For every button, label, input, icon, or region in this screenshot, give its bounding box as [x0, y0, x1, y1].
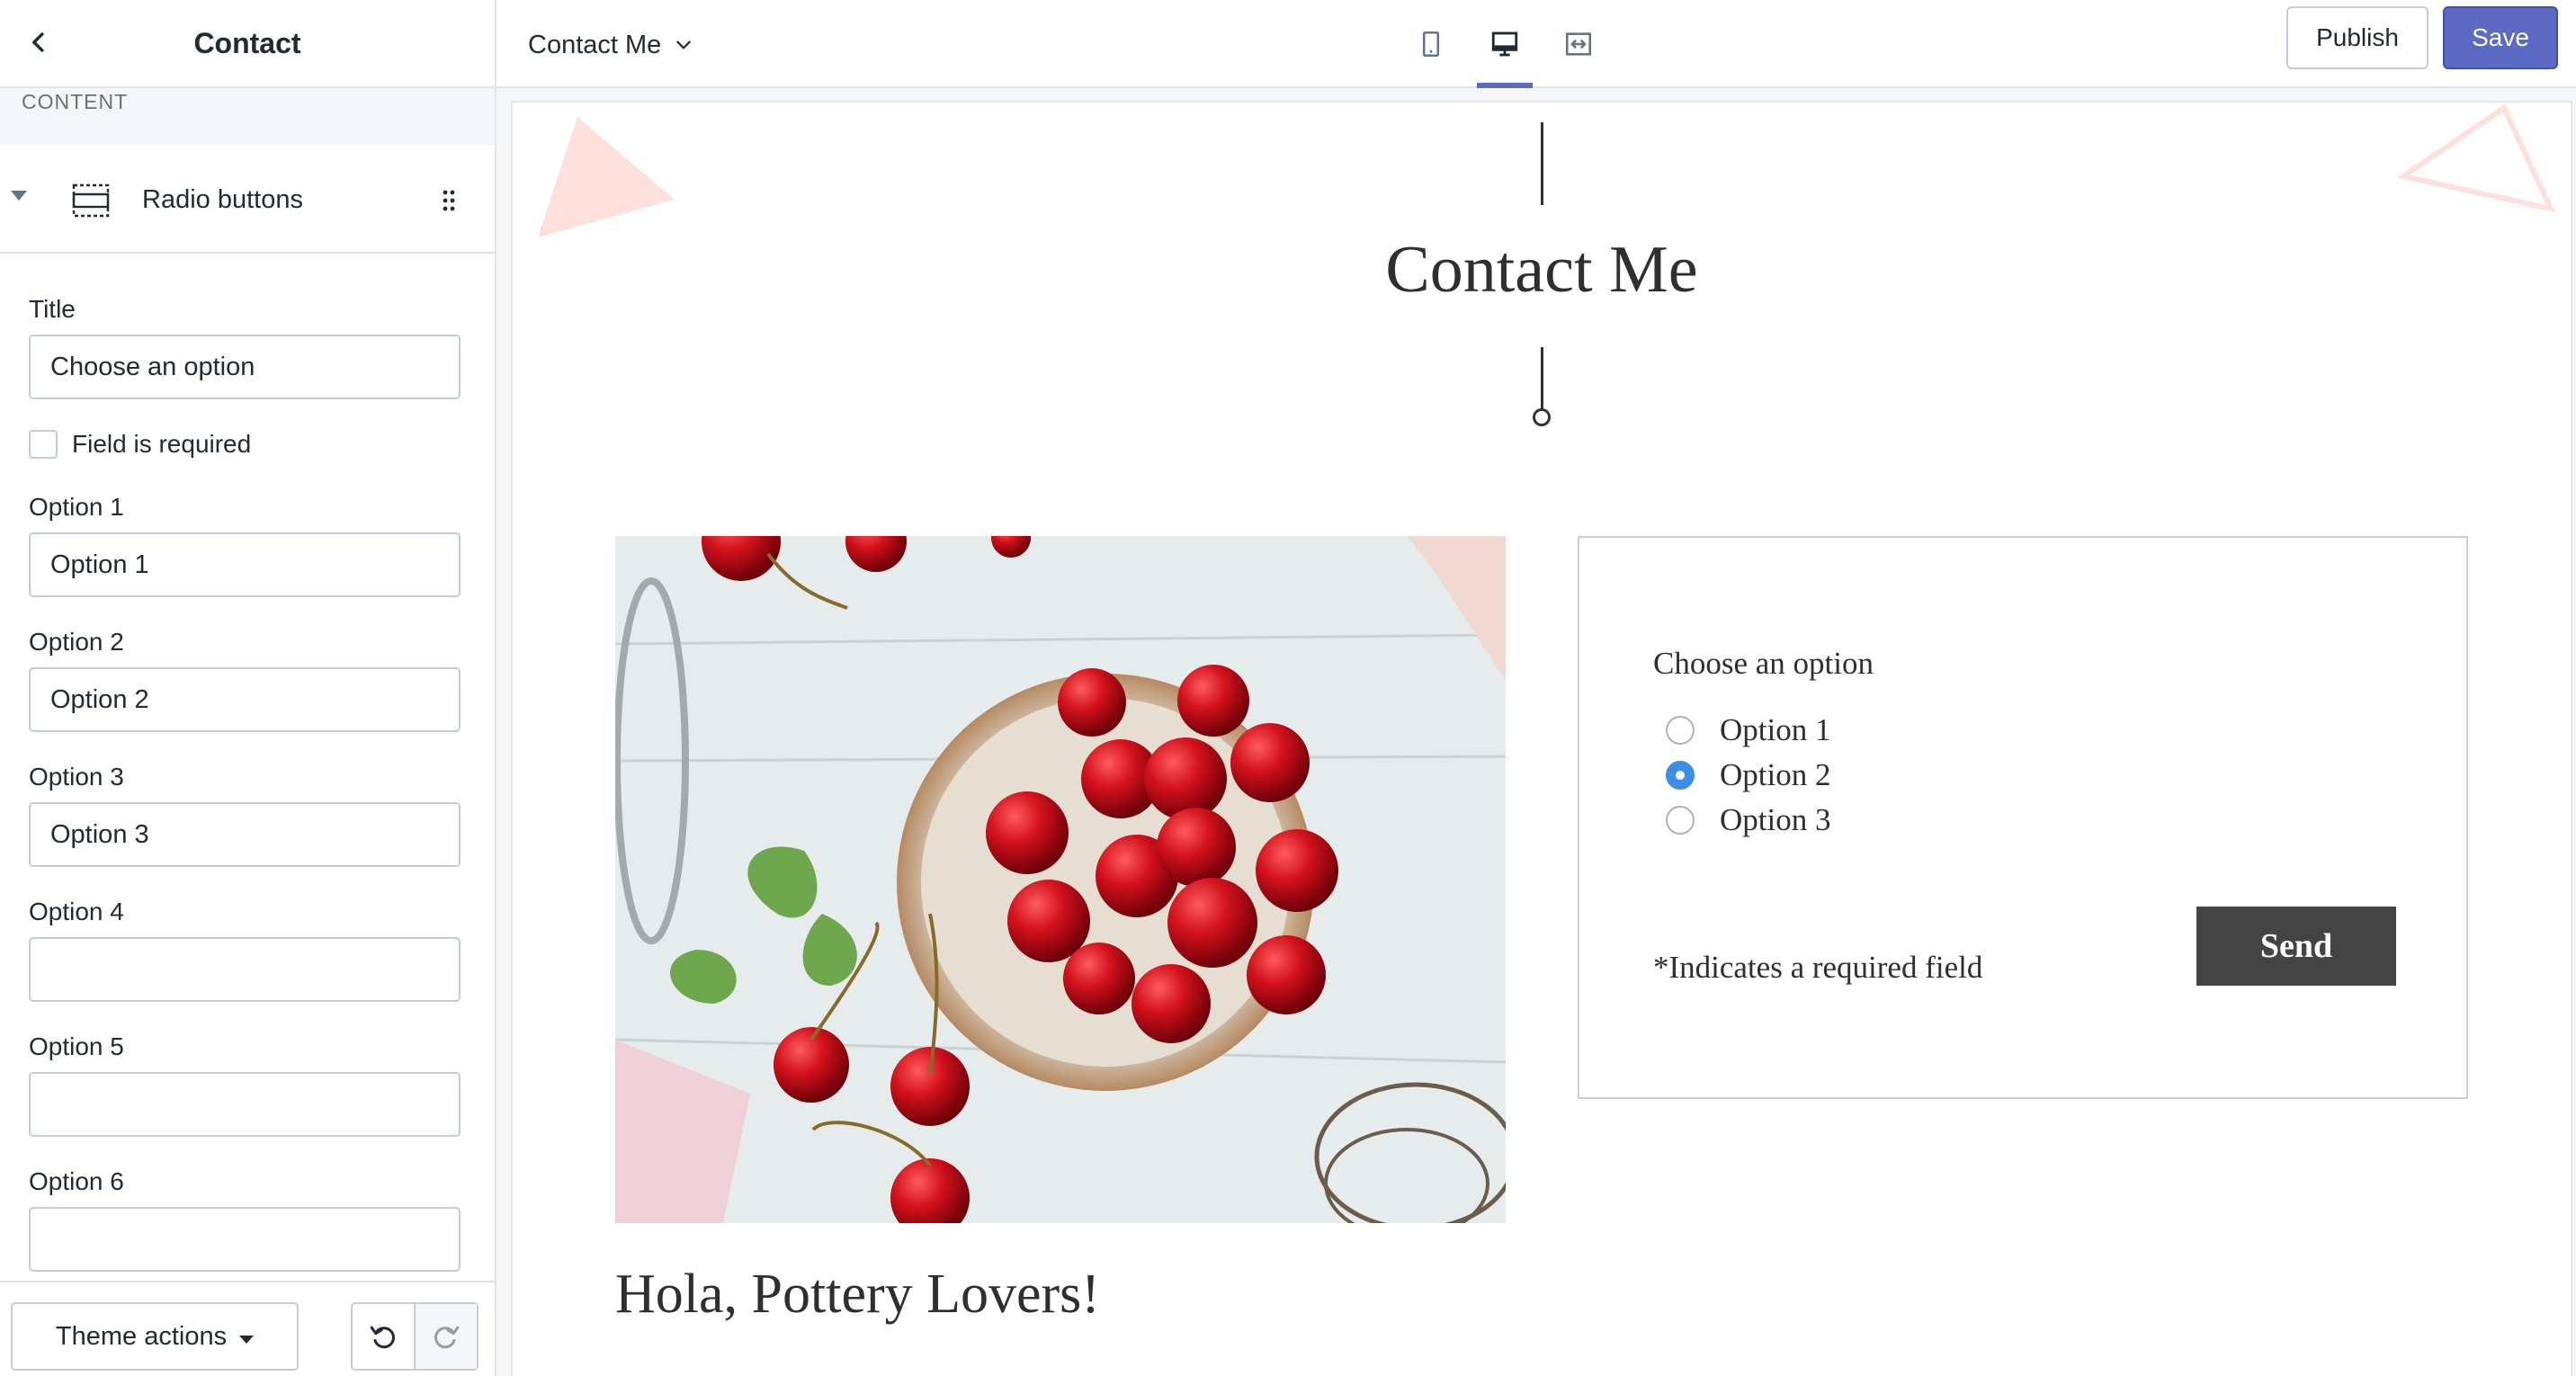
- save-button[interactable]: Save: [2443, 6, 2558, 69]
- chevron-left-icon: [32, 32, 44, 52]
- contact-form: Choose an option Option 1 Option 2 Optio…: [1578, 536, 2468, 1099]
- send-button[interactable]: Send: [2196, 907, 2396, 986]
- option6-field-label: Option 6: [29, 1167, 124, 1195]
- option2-field-label: Option 2: [29, 628, 124, 656]
- sidebar-footer: Theme actions: [0, 1281, 495, 1376]
- radio-option-label: Option 1: [1720, 712, 1831, 747]
- option4-input[interactable]: [29, 937, 461, 1002]
- undo-icon: [370, 1326, 395, 1349]
- radio-option-label: Option 2: [1720, 757, 1831, 792]
- radio-button-selected[interactable]: [1666, 761, 1695, 790]
- radio-button[interactable]: [1666, 806, 1695, 835]
- page-heading: Contact Me: [1385, 233, 1698, 307]
- radio-option-label: Option 3: [1720, 802, 1831, 837]
- required-field-note: *Indicates a required field: [1653, 950, 1983, 985]
- radio-option-1[interactable]: Option 1: [1666, 712, 1830, 748]
- field-required-label: Field is required: [72, 430, 252, 458]
- mobile-icon: [1422, 31, 1440, 58]
- radio-block-icon: [72, 183, 110, 218]
- redo-button[interactable]: [414, 1304, 477, 1369]
- section-heading-content: CONTENT: [0, 88, 495, 146]
- option1-field-label: Option 1: [29, 493, 124, 521]
- radio-group-title: Choose an option: [1653, 646, 1874, 681]
- radio-buttons-block[interactable]: Radio buttons: [0, 146, 495, 254]
- option1-input[interactable]: [29, 532, 461, 597]
- chevron-down-icon: [676, 40, 691, 49]
- field-required-checkbox[interactable]: [29, 430, 58, 459]
- page-selector-label: Contact Me: [528, 30, 662, 59]
- option2-input[interactable]: [29, 667, 461, 732]
- full-width-icon: [1565, 32, 1592, 56]
- option6-input[interactable]: [29, 1207, 461, 1272]
- back-button[interactable]: [13, 16, 65, 68]
- title-input[interactable]: [29, 335, 461, 399]
- theme-actions-button[interactable]: Theme actions: [11, 1302, 299, 1371]
- option3-input[interactable]: [29, 802, 461, 867]
- section-subheading: Hola, Pottery Lovers!: [615, 1264, 1100, 1325]
- desktop-view-button[interactable]: [1477, 0, 1533, 88]
- option5-field-label: Option 5: [29, 1032, 124, 1060]
- sidebar-header: Contact: [0, 0, 495, 88]
- caret-down-icon: [239, 1335, 255, 1344]
- option4-field-label: Option 4: [29, 898, 124, 925]
- device-switcher: [1403, 0, 1606, 88]
- mobile-view-button[interactable]: [1403, 0, 1459, 88]
- option3-field-label: Option 3: [29, 763, 124, 791]
- full-width-view-button[interactable]: [1551, 0, 1606, 88]
- block-label: Radio buttons: [142, 185, 303, 214]
- cherries-photo: [615, 536, 1506, 1223]
- option5-input[interactable]: [29, 1072, 461, 1137]
- radio-button[interactable]: [1666, 716, 1695, 745]
- page-selector[interactable]: Contact Me: [528, 20, 693, 70]
- drag-handle-icon[interactable]: [441, 187, 457, 214]
- desktop-icon: [1491, 31, 1518, 57]
- decorative-triangle-right: [2396, 103, 2556, 213]
- radio-option-2[interactable]: Option 2: [1666, 757, 1830, 793]
- theme-editor-sidebar: Contact CONTENT Radio buttons Title Fiel…: [0, 0, 496, 1376]
- collapse-caret-icon[interactable]: [11, 191, 27, 201]
- storefront-preview: Contact Me Choose an option Option 1 Opt…: [513, 103, 2571, 1376]
- decorative-line-top: [1541, 122, 1543, 205]
- sidebar-title: Contact: [193, 26, 301, 59]
- theme-actions-label: Theme actions: [55, 1321, 228, 1351]
- undo-button[interactable]: [353, 1304, 414, 1369]
- title-field-label: Title: [29, 295, 76, 323]
- decorative-line-bottom: [1541, 347, 1543, 415]
- radio-option-3[interactable]: Option 3: [1666, 802, 1830, 838]
- publish-button[interactable]: Publish: [2286, 6, 2428, 69]
- redo-icon: [434, 1326, 460, 1349]
- undo-redo-group: [351, 1302, 479, 1371]
- editor-topbar: Contact Me Publish Save: [496, 0, 2576, 88]
- decorative-dot: [1533, 408, 1551, 426]
